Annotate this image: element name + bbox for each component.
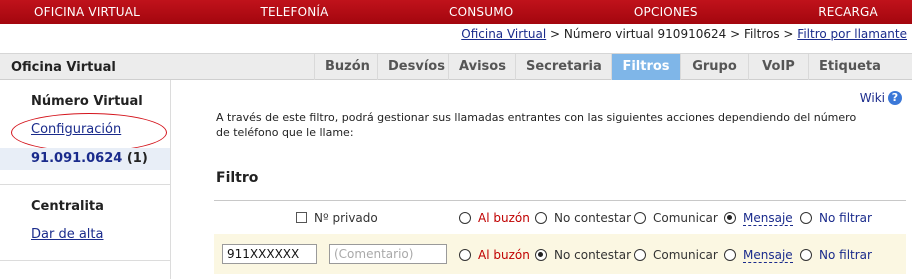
filter-section-title: Filtro <box>216 170 259 186</box>
filter-row-private: Nº privado Al buzón No contestar Comunic… <box>214 205 906 231</box>
breadcrumb-filtros: Filtros <box>743 27 780 41</box>
intro-text: A través de este filtro, podrá gestionar… <box>216 111 857 139</box>
sidebar-divider <box>0 260 170 261</box>
tab-list: Buzón Desvíos Avisos Secretaria Filtros … <box>314 54 887 81</box>
tab-secretaria[interactable]: Secretaria <box>515 54 611 80</box>
wiki-link[interactable]: Wiki ? <box>860 91 902 105</box>
row2-radio-mensaje[interactable] <box>724 249 736 261</box>
row2-radio-al-buzon[interactable] <box>459 249 471 261</box>
phone-number-input[interactable] <box>222 244 317 264</box>
sidebar-number[interactable]: 91.091.0624 (1) <box>31 151 148 166</box>
tab-etiqueta[interactable]: Etiqueta <box>808 54 887 80</box>
row2-label-comunicar: Comunicar <box>653 248 718 262</box>
sidebar-divider <box>0 184 170 185</box>
sidebar-heading-numero-virtual: Número Virtual <box>31 94 143 109</box>
tab-filtros[interactable]: Filtros <box>611 54 680 80</box>
virtual-number: 91.091.0624 <box>31 151 123 166</box>
private-number-checkbox[interactable] <box>296 212 307 223</box>
row2-label-no-filtrar: No filtrar <box>819 248 872 262</box>
nav-opciones[interactable]: OPCIONES <box>634 5 698 19</box>
wiki-label: Wiki <box>859 91 885 105</box>
tab-voip[interactable]: VoIP <box>748 54 808 80</box>
row1-radio-no-contestar[interactable] <box>535 212 547 224</box>
nav-telefonia[interactable]: TELEFONÍA <box>261 5 329 19</box>
highlight-oval <box>11 113 167 152</box>
tab-bar: Oficina Virtual Buzón Desvíos Avisos Sec… <box>0 53 912 80</box>
page-title: Oficina Virtual <box>11 60 116 75</box>
nav-recarga[interactable]: RECARGA <box>818 5 878 19</box>
breadcrumb-separator: > <box>726 27 744 41</box>
breadcrumb-filtro-llamante-link[interactable]: Filtro por llamante <box>797 27 907 41</box>
tab-avisos[interactable]: Avisos <box>448 54 515 80</box>
sidebar: Número Virtual Configuración 91.091.0624… <box>0 80 171 279</box>
row1-label-no-contestar: No contestar <box>554 211 632 225</box>
nav-oficina-virtual[interactable]: OFICINA VIRTUAL <box>34 5 140 19</box>
nav-consumo[interactable]: CONSUMO <box>449 5 513 19</box>
row1-radio-no-filtrar[interactable] <box>800 212 812 224</box>
row2-radio-no-filtrar[interactable] <box>800 249 812 261</box>
row1-radio-mensaje[interactable] <box>724 212 736 224</box>
row2-radio-no-contestar[interactable] <box>535 249 547 261</box>
row2-label-mensaje[interactable]: Mensaje <box>743 248 793 263</box>
sidebar-heading-centralita: Centralita <box>31 199 104 214</box>
sidebar-link-dar-de-alta[interactable]: Dar de alta <box>31 227 103 242</box>
row1-label-mensaje[interactable]: Mensaje <box>743 211 793 226</box>
row1-radio-al-buzon[interactable] <box>459 212 471 224</box>
tab-grupo[interactable]: Grupo <box>680 54 748 80</box>
row2-radio-comunicar[interactable] <box>634 249 646 261</box>
help-icon[interactable]: ? <box>888 91 902 105</box>
row2-label-no-contestar: No contestar <box>554 248 632 262</box>
section-divider <box>214 200 906 201</box>
top-nav: OFICINA VIRTUAL TELEFONÍA CONSUMO OPCION… <box>0 0 912 24</box>
row1-label-al-buzon: Al buzón <box>478 211 530 225</box>
private-number-label: Nº privado <box>314 211 378 225</box>
comment-input[interactable] <box>329 244 447 264</box>
sidebar-number-row[interactable]: 91.091.0624 (1) <box>0 148 170 170</box>
tab-buzon[interactable]: Buzón <box>314 54 377 80</box>
tab-desvios[interactable]: Desvíos <box>377 54 448 80</box>
breadcrumb-numero-virtual: Número virtual 910910624 <box>563 27 727 41</box>
row2-label-al-buzon: Al buzón <box>478 248 530 262</box>
filter-row-number: Al buzón No contestar Comunicar Mensaje … <box>214 234 906 274</box>
breadcrumb: Oficina Virtual > Número virtual 9109106… <box>461 27 907 41</box>
number-count: (1) <box>126 151 148 166</box>
row1-label-comunicar: Comunicar <box>653 211 718 225</box>
breadcrumb-separator: > <box>546 27 564 41</box>
row1-label-no-filtrar: No filtrar <box>819 211 872 225</box>
breadcrumb-separator: > <box>779 27 798 41</box>
breadcrumb-oficina-virtual-link[interactable]: Oficina Virtual <box>461 27 546 41</box>
row1-radio-comunicar[interactable] <box>634 212 646 224</box>
